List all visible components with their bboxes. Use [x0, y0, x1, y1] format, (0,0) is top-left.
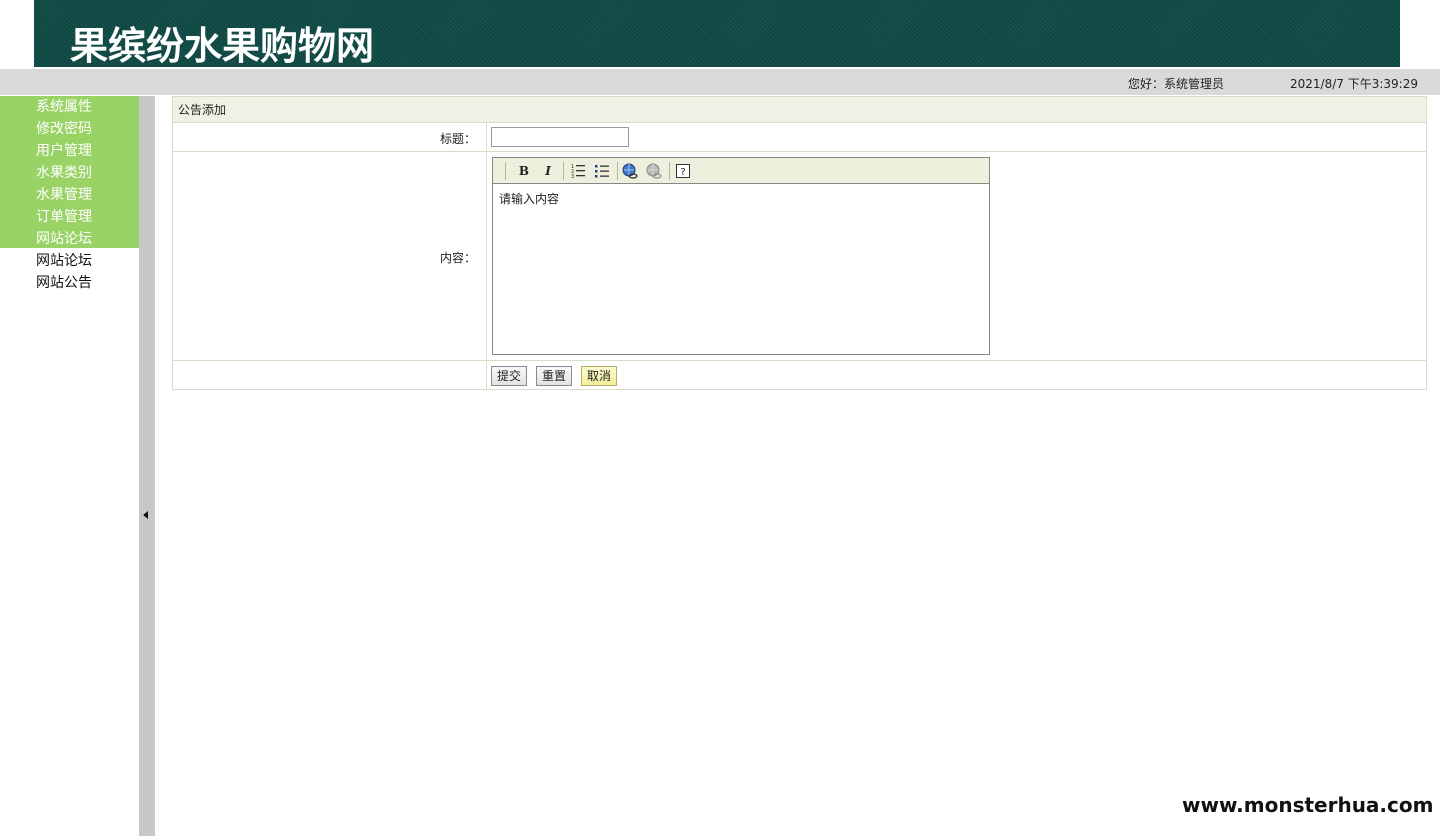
title-label: 标题：	[439, 132, 476, 146]
current-datetime: 2021/8/7 下午3:39:29	[1290, 77, 1418, 91]
sidebar-subitem-site-forum[interactable]: 网站论坛	[36, 250, 92, 272]
unlink-icon[interactable]	[645, 162, 663, 180]
help-icon[interactable]: ?	[674, 162, 692, 180]
site-title: 果缤纷水果购物网	[70, 24, 375, 68]
sidebar-item-change-password[interactable]: 修改密码	[36, 118, 92, 140]
sidebar-subitem-site-announcement[interactable]: 网站公告	[36, 272, 92, 294]
content-row: 内容： B I 1 2 3 ? 请输入内容	[173, 152, 1426, 361]
watermark-text: www.monsterhua.com	[1182, 793, 1434, 817]
buttons-label-cell	[173, 361, 487, 389]
title-input[interactable]	[491, 127, 629, 147]
status-bar: 您好：系统管理员 2021/8/7 下午3:39:29	[0, 69, 1440, 95]
svg-text:3: 3	[571, 174, 574, 180]
content-label-cell: 内容：	[173, 152, 487, 360]
page: 果缤纷水果购物网 您好：系统管理员 2021/8/7 下午3:39:29 系统属…	[0, 0, 1440, 836]
sidebar: 系统属性 修改密码 用户管理 水果类别 水果管理 订单管理 网站论坛 网站论坛 …	[0, 96, 139, 836]
panel-title: 公告添加	[173, 97, 1426, 123]
italic-button[interactable]: I	[539, 162, 557, 180]
collapse-arrow-icon[interactable]	[143, 511, 148, 519]
sidebar-item-site-forum[interactable]: 网站论坛	[36, 228, 92, 250]
header-banner: 果缤纷水果购物网	[34, 0, 1400, 68]
title-label-cell: 标题：	[173, 123, 487, 151]
editor-toolbar: B I 1 2 3 ?	[493, 158, 989, 184]
submit-button[interactable]: 提交	[491, 366, 528, 386]
bold-button[interactable]: B	[515, 162, 533, 180]
editor-content-area[interactable]: 请输入内容	[493, 185, 989, 354]
unordered-list-icon[interactable]	[593, 162, 611, 180]
sidebar-item-user-management[interactable]: 用户管理	[36, 140, 92, 162]
buttons-row: 提交 重置 取消	[173, 361, 1426, 389]
toolbar-separator	[617, 162, 618, 180]
sidebar-item-system-properties[interactable]: 系统属性	[36, 96, 92, 118]
toolbar-separator	[505, 162, 506, 180]
toolbar-separator	[563, 162, 564, 180]
sidebar-item-fruit-categories[interactable]: 水果类别	[36, 162, 92, 184]
title-row: 标题：	[173, 123, 1426, 152]
rich-text-editor: B I 1 2 3 ? 请输入内容	[492, 157, 990, 355]
link-icon[interactable]	[621, 162, 639, 180]
sidebar-splitter[interactable]	[139, 96, 155, 836]
user-greeting: 您好：系统管理员	[1128, 77, 1225, 91]
cancel-button[interactable]: 取消	[581, 366, 618, 386]
content-label: 内容：	[439, 251, 476, 265]
announcement-form-panel: 公告添加 标题： 内容： B I 1 2 3 ? 请输入内容 提交 重置 取消	[172, 96, 1427, 390]
sidebar-item-fruit-management[interactable]: 水果管理	[36, 184, 92, 206]
sidebar-item-order-management[interactable]: 订单管理	[36, 206, 92, 228]
reset-button[interactable]: 重置	[536, 366, 573, 386]
svg-text:?: ?	[680, 167, 685, 178]
ordered-list-icon[interactable]: 1 2 3	[569, 162, 587, 180]
toolbar-separator	[669, 162, 670, 180]
